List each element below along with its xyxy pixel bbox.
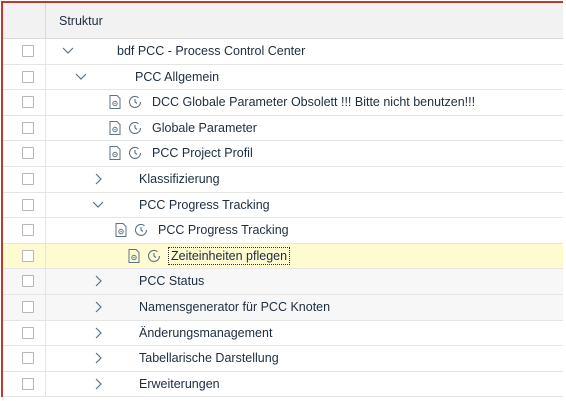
row-selector[interactable] bbox=[3, 243, 46, 269]
tree-node-label-focused[interactable]: Zeiteinheiten pflegen bbox=[168, 246, 291, 265]
row-selector[interactable] bbox=[3, 90, 46, 115]
tree-row[interactable]: PCC Progress Tracking bbox=[3, 218, 563, 244]
chevron-right-icon[interactable] bbox=[91, 350, 105, 366]
tree-row[interactable]: Tabellarische Darstellung bbox=[3, 346, 563, 372]
document-settings-icon bbox=[126, 248, 142, 264]
tree-row[interactable]: PCC Project Profil bbox=[3, 141, 563, 167]
document-settings-icon bbox=[107, 145, 123, 161]
row-checkbox[interactable] bbox=[22, 45, 34, 57]
row-checkbox[interactable] bbox=[22, 70, 34, 83]
row-checkbox[interactable] bbox=[22, 198, 34, 211]
tree-table: Struktur bdf PCC - Process Control Cente… bbox=[1, 1, 563, 398]
tree-node-label: Tabellarische Darstellung bbox=[139, 351, 279, 366]
row-selector[interactable] bbox=[3, 269, 46, 294]
tree-node-label: PCC Status bbox=[139, 274, 205, 289]
row-checkbox[interactable] bbox=[22, 147, 34, 160]
tree-row[interactable]: Globale Parameter bbox=[3, 115, 563, 142]
tree-node-label: PCC Project Profil bbox=[152, 146, 253, 161]
row-checkbox[interactable] bbox=[22, 172, 34, 185]
tree-row-selected[interactable]: Zeiteinheiten pflegen bbox=[3, 243, 563, 270]
row-selector[interactable] bbox=[3, 64, 46, 90]
chevron-down-icon[interactable] bbox=[74, 69, 88, 85]
tree-node-label: Änderungsmanagement bbox=[139, 325, 273, 340]
chevron-right-icon[interactable] bbox=[91, 171, 105, 187]
row-checkbox[interactable] bbox=[22, 352, 34, 365]
row-selector[interactable] bbox=[3, 320, 46, 346]
tree-row[interactable]: DCC Globale Parameter Obsolett !!! Bitte… bbox=[3, 90, 563, 116]
row-selector[interactable] bbox=[3, 115, 46, 141]
tree-node-label: PCC Allgemein bbox=[135, 69, 220, 84]
tree-row[interactable]: PCC Status bbox=[3, 269, 563, 295]
tree-row[interactable]: Klassifizierung bbox=[3, 166, 563, 193]
row-checkbox[interactable] bbox=[22, 121, 34, 134]
tree-node-label: Erweiterungen bbox=[139, 376, 220, 391]
chevron-down-icon[interactable] bbox=[91, 197, 105, 213]
tree-row[interactable]: PCC Allgemein bbox=[3, 64, 563, 91]
row-selector[interactable] bbox=[3, 192, 46, 218]
row-selector[interactable] bbox=[3, 166, 46, 192]
tree-node-label: Namensgenerator für PCC Knoten bbox=[139, 299, 331, 314]
clock-activity-icon bbox=[127, 120, 143, 136]
document-settings-icon bbox=[107, 120, 123, 136]
tree-node-label: Globale Parameter bbox=[152, 120, 257, 135]
tree-row[interactable]: PCC Progress Tracking bbox=[3, 192, 563, 219]
chevron-right-icon[interactable] bbox=[91, 325, 105, 341]
tree-node-label: DCC Globale Parameter Obsolett !!! Bitte… bbox=[152, 95, 476, 110]
row-selector[interactable] bbox=[3, 371, 46, 397]
row-checkbox[interactable] bbox=[22, 275, 34, 288]
document-settings-icon bbox=[107, 94, 123, 110]
row-checkbox[interactable] bbox=[22, 377, 34, 390]
row-checkbox[interactable] bbox=[22, 224, 34, 237]
row-selector[interactable] bbox=[3, 218, 46, 243]
row-checkbox[interactable] bbox=[22, 326, 34, 339]
row-checkbox[interactable] bbox=[22, 96, 34, 109]
clock-activity-icon bbox=[146, 248, 162, 264]
chevron-down-icon[interactable] bbox=[61, 43, 75, 59]
chevron-right-icon[interactable] bbox=[91, 376, 105, 392]
clock-activity-icon bbox=[127, 94, 143, 110]
clock-activity-icon bbox=[133, 222, 149, 238]
tree-rows: bdf PCC - Process Control Center PCC All… bbox=[3, 39, 563, 398]
tree-node-label: Klassifizierung bbox=[139, 171, 220, 186]
chevron-right-icon[interactable] bbox=[91, 299, 105, 315]
tree-node-label: PCC Progress Tracking bbox=[158, 223, 289, 238]
row-checkbox[interactable] bbox=[22, 300, 34, 313]
clock-activity-icon bbox=[127, 145, 143, 161]
table-header: Struktur bbox=[3, 3, 563, 39]
tree-row[interactable]: bdf PCC - Process Control Center bbox=[3, 39, 563, 65]
row-checkbox[interactable] bbox=[22, 249, 34, 262]
row-selector[interactable] bbox=[3, 141, 46, 166]
chevron-right-icon[interactable] bbox=[91, 273, 105, 289]
tree-node-label: bdf PCC - Process Control Center bbox=[117, 44, 306, 58]
tree-row[interactable]: Änderungsmanagement bbox=[3, 320, 563, 347]
tree-row[interactable]: Erweiterungen bbox=[3, 371, 563, 398]
row-selector[interactable] bbox=[3, 294, 46, 320]
tree-row[interactable]: Namensgenerator für PCC Knoten bbox=[3, 294, 563, 321]
document-settings-icon bbox=[113, 222, 129, 238]
row-selector[interactable] bbox=[3, 346, 46, 371]
row-selector[interactable] bbox=[3, 39, 46, 64]
tree-node-label: PCC Progress Tracking bbox=[139, 197, 270, 212]
column-header-structure: Struktur bbox=[59, 14, 103, 28]
select-all-column[interactable] bbox=[3, 3, 46, 39]
